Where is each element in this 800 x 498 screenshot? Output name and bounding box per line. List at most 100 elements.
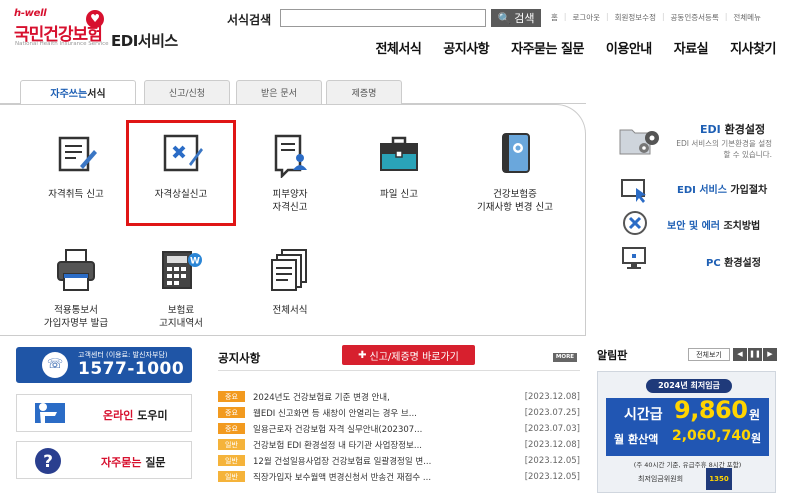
notice-row-title: 웹EDI 신고화면 등 새창이 안열리는 경우 브... — [253, 408, 417, 419]
edi-settings-link[interactable]: EDI 환경설정 — [700, 121, 765, 137]
tab-received-docs[interactable]: 받은 문서 — [236, 80, 322, 104]
notice-row[interactable]: 일반 직장가입자 보수월액 변경신청서 반송건 재접수 ... [2023.12.0… — [218, 469, 580, 484]
form-item-file[interactable]: 파일 신고 — [344, 130, 454, 201]
security-error-link-blue: 보안 및 에러 — [667, 221, 720, 232]
search-label: 서식검색 — [227, 13, 272, 27]
tab-frequent-label-blue: 자주쓰는 — [50, 89, 88, 100]
banner-phone: 1350 — [706, 468, 732, 490]
logo-hwell-text: h-well — [14, 8, 47, 19]
board-title: 알림판 — [597, 349, 628, 362]
nav-notices[interactable]: 공지사항 — [443, 38, 489, 57]
online-helper-label: 온라인 도우미 — [103, 407, 168, 423]
notice-row[interactable]: 일반 건강보험 EDI 환경설정 내 타기관 사업장정보... [2023.12.0… — [218, 437, 580, 452]
nav-all-forms[interactable]: 전체서식 — [375, 38, 421, 57]
tab-report-apply[interactable]: 신고/신청 — [144, 80, 230, 104]
util-logout-link[interactable]: 로그아웃 — [572, 12, 600, 23]
faq-side-label-red: 자주묻는 — [101, 456, 142, 469]
tab-frequent-label: 서식 — [87, 89, 106, 100]
security-error-link-rest: 조치방법 — [719, 221, 761, 232]
form-label: 건강보험증 — [493, 189, 537, 200]
search-button[interactable]: 🔍 검색 — [491, 9, 541, 27]
notice-row[interactable]: 중요 일용근로자 건강보험 자격 실무안내(202307... [2023.07.0… — [218, 421, 580, 436]
minimum-wage-banner[interactable]: 2024년 최저임금 시간급 9,860 원 월 환산액 2,060,740 원… — [597, 371, 776, 493]
prev-icon[interactable]: ◀ — [733, 348, 747, 361]
report-certificate-shortcut-button[interactable]: ✚ 신고/제증명 바로가기 — [342, 345, 475, 365]
online-helper-label-rest: 도우미 — [133, 409, 168, 422]
form-item-all-forms[interactable]: 전체서식 — [235, 246, 345, 317]
monthly-label: 월 환산액 — [614, 433, 659, 446]
security-error-link[interactable]: 보안 및 에러 조치방법 — [667, 217, 760, 232]
banner-org: 최저임금위원회 — [638, 475, 684, 483]
edi-service-title[interactable]: EDI서비스 — [111, 30, 178, 51]
notice-row[interactable]: 일반 12월 건설일용사업장 건강보험료 일괄경정일 변... [2023.12.0… — [218, 453, 580, 468]
callcenter-number: 1577-1000 — [78, 359, 185, 379]
tab-certificates[interactable]: 제증명 — [326, 80, 402, 104]
search-input[interactable] — [280, 9, 486, 27]
edi-join-procedure-link[interactable]: EDI 서비스 가입절차 — [677, 181, 767, 196]
person-document-icon — [274, 134, 307, 180]
form-item-premium-notice[interactable]: W 보험료 고지내역서 — [126, 246, 236, 330]
notice-row-date: [2023.12.08] — [524, 439, 580, 450]
notice-row-date: [2023.12.08] — [524, 391, 580, 402]
notice-divider — [218, 370, 580, 371]
briefcase-icon — [380, 136, 418, 171]
shortcut-label: 신고/제증명 바로가기 — [369, 351, 459, 363]
form-item-card-change[interactable]: 건강보험증 기재사항 변경 신고 — [460, 130, 570, 214]
folder-gear-icon — [619, 129, 659, 155]
nav-faq[interactable]: 자주묻는 질문 — [511, 38, 584, 57]
logo-english: National Health Insurance Service — [15, 41, 109, 47]
calculator-icon: W — [162, 251, 202, 289]
edi-settings-link-blue: EDI — [700, 123, 721, 136]
notice-row[interactable]: 중요 웹EDI 신고화면 등 새창이 안열리는 경우 브... [2023.07.2… — [218, 405, 580, 420]
pause-icon[interactable]: ❚❚ — [748, 348, 762, 361]
notice-badge: 중요 — [218, 391, 245, 402]
util-home-link[interactable]: 홈 — [551, 12, 558, 23]
util-cert-register-link[interactable]: 공동인증서등록 — [671, 12, 719, 23]
online-helper-button[interactable]: 온라인 도우미 — [16, 394, 192, 432]
form-label: 적용통보서 — [54, 305, 98, 316]
edi-settings-desc: EDI 서비스의 기본환경을 설정 할 수 있습니다. — [676, 139, 772, 159]
form-item-notice-issue[interactable]: 적용통보서 가입자명부 발급 — [21, 246, 131, 330]
notice-more-button[interactable]: MORE — [553, 353, 577, 362]
edi-settings-link-rest: 환경설정 — [720, 123, 766, 136]
next-icon[interactable]: ▶ — [763, 348, 777, 361]
pc-settings-link[interactable]: PC 환경설정 — [706, 254, 761, 269]
notice-row[interactable]: 중요 2024년도 건강보험료 기준 변경 안내, [2023.12.08] — [218, 389, 580, 404]
svg-text:W: W — [190, 257, 200, 267]
svg-text:?: ? — [43, 452, 53, 472]
pc-settings-link-blue: PC — [706, 258, 721, 269]
online-helper-label-red: 온라인 — [103, 409, 134, 422]
form-label-line2: 기재사항 변경 신고 — [477, 202, 553, 213]
form-label: 전체서식 — [272, 305, 308, 316]
notice-badge: 중요 — [218, 423, 245, 434]
notice-badge: 일반 — [218, 439, 245, 450]
util-full-menu-link[interactable]: 전체메뉴 — [733, 12, 761, 23]
notice-row-date: [2023.12.05] — [524, 471, 580, 482]
pen-document-icon — [58, 136, 97, 172]
edi-join-link-rest: 가입절차 — [726, 185, 768, 196]
nav-library[interactable]: 자료실 — [674, 38, 709, 57]
notice-row-title: 12월 건설일용사업장 건강보험료 일괄경정일 변... — [253, 456, 432, 467]
form-label-line2: 가입자명부 발급 — [43, 318, 109, 329]
nav-branch-finder[interactable]: 지사찾기 — [730, 38, 776, 57]
notice-row-date: [2023.12.05] — [524, 455, 580, 466]
monitor-cursor-icon — [621, 179, 646, 203]
form-item-dependent[interactable]: 피부양자 자격신고 — [235, 130, 345, 214]
form-item-acquire[interactable]: 자격취득 신고 — [21, 130, 131, 201]
edi-join-link-blue: EDI 서비스 — [677, 185, 727, 196]
util-edit-profile-link[interactable]: 회원정보수정 — [615, 12, 656, 23]
selected-item-highlight — [126, 120, 236, 226]
form-label: 자격취득 신고 — [48, 189, 104, 200]
notice-row-title: 일용근로자 건강보험 자격 실무안내(202307... — [253, 424, 423, 435]
nav-guide[interactable]: 이용안내 — [606, 38, 652, 57]
hourly-value: 9,860 — [674, 396, 748, 424]
plus-icon: ✚ — [358, 349, 367, 361]
faq-side-button[interactable]: ? 자주묻는 질문 — [16, 441, 192, 479]
form-label: 보험료 — [167, 305, 195, 316]
phone-icon: ☏ — [42, 352, 68, 378]
question-icon: ? — [35, 448, 61, 474]
documents-icon — [271, 249, 307, 291]
board-view-all-button[interactable]: 전체보기 — [688, 348, 730, 361]
monthly-value: 2,060,740 — [672, 428, 751, 444]
tab-frequent-forms[interactable]: 자주쓰는 서식 — [20, 80, 136, 105]
